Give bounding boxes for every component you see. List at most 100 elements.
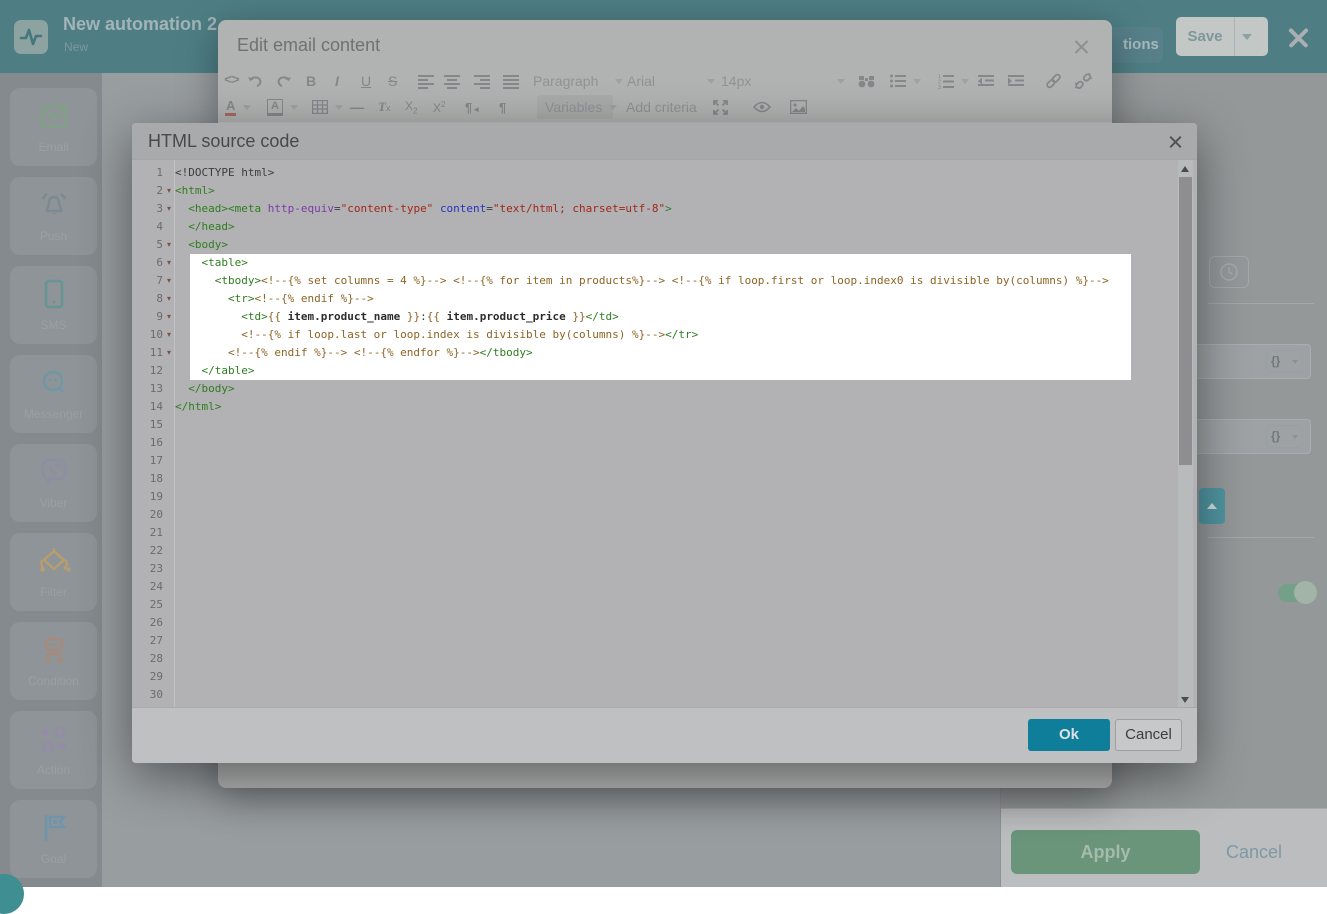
clear-formatting-icon[interactable]: Tx bbox=[378, 95, 390, 119]
paragraph-mark-icon[interactable]: ¶ bbox=[499, 95, 506, 119]
paragraph-mark-left-icon[interactable]: ¶◄ bbox=[465, 95, 480, 119]
find-icon[interactable] bbox=[858, 69, 875, 93]
insert-variable-button[interactable]: {} bbox=[1266, 425, 1303, 448]
align-center-icon[interactable] bbox=[444, 69, 460, 93]
preview-eye-icon[interactable] bbox=[753, 95, 771, 119]
ok-button[interactable]: Ok bbox=[1028, 719, 1110, 751]
toggle-switch-on[interactable] bbox=[1278, 584, 1314, 602]
code-line-29: 29 bbox=[140, 668, 1189, 686]
code-line-5: 5▾ <body> bbox=[140, 236, 1189, 254]
variables-dropdown[interactable]: Variables bbox=[537, 95, 613, 119]
sidebar-item-action[interactable]: Action bbox=[10, 711, 97, 789]
add-criteria-button[interactable]: Add criteria bbox=[626, 95, 697, 119]
no-fold bbox=[163, 524, 175, 542]
app-logo bbox=[14, 20, 48, 54]
code-line-4: 4 </head> bbox=[140, 218, 1189, 236]
sidebar-item-viber[interactable]: Viber bbox=[10, 444, 97, 522]
sidebar-item-filter[interactable]: Filter bbox=[10, 533, 97, 611]
no-fold bbox=[163, 632, 175, 650]
sms-icon bbox=[10, 276, 97, 312]
outdent-icon[interactable] bbox=[978, 69, 994, 93]
code-line-25: 25 bbox=[140, 596, 1189, 614]
ordered-list-icon[interactable]: 123 bbox=[938, 69, 969, 93]
code-editor[interactable]: 1<!DOCTYPE html>2▾<html>3▾ <head><meta h… bbox=[140, 160, 1189, 707]
cancel-button[interactable]: Cancel bbox=[1115, 719, 1182, 751]
editor-toolbar-row2: AA — Tx X2 X2 ¶◄ ¶ Variables Add criteria bbox=[218, 95, 1112, 119]
line-number: 4 bbox=[140, 218, 163, 236]
line-number: 3 bbox=[140, 200, 163, 218]
save-dropdown-caret-icon[interactable] bbox=[1242, 34, 1252, 45]
italic-icon[interactable]: I bbox=[335, 69, 339, 93]
background-color-icon[interactable]: A bbox=[267, 95, 298, 119]
code-view-icon[interactable]: <> bbox=[224, 69, 239, 93]
sidebar-item-email[interactable]: Email bbox=[10, 88, 97, 166]
chevron-down-icon bbox=[243, 105, 251, 114]
code-line-3: 3▾ <head><meta http-equiv="content-type"… bbox=[140, 200, 1189, 218]
sidebar-item-condition[interactable]: Condition bbox=[10, 622, 97, 700]
fold-caret-icon[interactable]: ▾ bbox=[163, 326, 175, 344]
arial-dropdown[interactable]: Arial bbox=[627, 69, 715, 93]
fold-caret-icon[interactable]: ▾ bbox=[163, 254, 175, 272]
code-line-26: 26 bbox=[140, 614, 1189, 632]
align-right-icon[interactable] bbox=[474, 69, 490, 93]
no-fold bbox=[163, 542, 175, 560]
sidebar-item-label: Push bbox=[10, 229, 97, 243]
line-number: 9 bbox=[140, 308, 163, 326]
align-justify-icon[interactable] bbox=[503, 69, 519, 93]
chevron-down-icon bbox=[707, 79, 715, 88]
fold-caret-icon[interactable]: ▾ bbox=[163, 182, 175, 200]
apply-button[interactable]: Apply bbox=[1011, 830, 1200, 874]
fold-caret-icon[interactable]: ▾ bbox=[163, 344, 175, 362]
strikethrough-icon[interactable]: S bbox=[388, 69, 397, 93]
line-number: 6 bbox=[140, 254, 163, 272]
line-number: 14 bbox=[140, 398, 163, 416]
svg-text:3: 3 bbox=[938, 85, 941, 89]
horizontal-line-icon[interactable]: — bbox=[350, 95, 364, 119]
align-left-icon[interactable] bbox=[418, 69, 434, 93]
fold-caret-icon[interactable]: ▾ bbox=[163, 236, 175, 254]
schedule-clock-button[interactable] bbox=[1209, 256, 1249, 288]
save-button[interactable]: Save bbox=[1176, 17, 1268, 56]
redo-icon[interactable] bbox=[276, 69, 292, 93]
undo-icon[interactable] bbox=[247, 69, 263, 93]
subscript-icon[interactable]: X2 bbox=[405, 95, 417, 119]
link-icon[interactable] bbox=[1045, 69, 1062, 93]
code-line-9: 9▾ <td>{{ item.product_name }}:{{ item.p… bbox=[140, 308, 1189, 326]
sidebar-item-sms[interactable]: SMS bbox=[10, 266, 97, 344]
close-code-modal-icon[interactable] bbox=[1168, 134, 1183, 149]
automation-title: New automation 2... bbox=[63, 14, 232, 35]
code-lines: 1<!DOCTYPE html>2▾<html>3▾ <head><meta h… bbox=[140, 164, 1189, 704]
unordered-list-icon[interactable] bbox=[890, 69, 921, 93]
close-edit-modal-icon[interactable] bbox=[1073, 39, 1089, 55]
fullscreen-icon[interactable] bbox=[713, 95, 728, 119]
insert-variable-button[interactable]: {} bbox=[1266, 350, 1303, 373]
chevron-down-icon bbox=[609, 105, 617, 114]
paragraph-dropdown[interactable]: Paragraph bbox=[533, 69, 623, 93]
html-source-code-modal: HTML source code 1<!DOCTYPE html>2▾<html… bbox=[132, 123, 1197, 763]
drawer-cancel-button[interactable]: Cancel bbox=[1226, 830, 1282, 874]
fold-caret-icon[interactable]: ▾ bbox=[163, 308, 175, 326]
bold-icon[interactable]: B bbox=[306, 69, 316, 93]
underline-icon[interactable]: U bbox=[361, 69, 371, 93]
fold-caret-icon[interactable]: ▾ bbox=[163, 272, 175, 290]
font-color-icon[interactable]: A bbox=[225, 95, 251, 119]
fold-caret-icon[interactable]: ▾ bbox=[163, 290, 175, 308]
sidebar-item-push[interactable]: Push bbox=[10, 177, 97, 255]
sidebar-item-messenger[interactable]: Messenger bbox=[10, 355, 97, 433]
sidebar-item-goal[interactable]: Goal bbox=[10, 800, 97, 878]
indent-icon[interactable] bbox=[1008, 69, 1024, 93]
chevron-down-icon bbox=[913, 79, 921, 88]
fold-caret-icon[interactable]: ▾ bbox=[163, 200, 175, 218]
collapse-up-button[interactable] bbox=[1199, 488, 1225, 524]
viber-icon bbox=[10, 454, 97, 490]
insert-image-icon[interactable] bbox=[790, 95, 807, 119]
14px-dropdown[interactable]: 14px bbox=[721, 69, 845, 93]
close-automation-icon[interactable] bbox=[1287, 26, 1310, 49]
no-fold bbox=[163, 668, 175, 686]
superscript-icon[interactable]: X2 bbox=[433, 95, 445, 119]
no-fold bbox=[163, 488, 175, 506]
table-icon[interactable] bbox=[312, 95, 343, 119]
chevron-down-icon bbox=[335, 105, 343, 114]
no-fold bbox=[163, 506, 175, 524]
unlink-icon[interactable] bbox=[1075, 69, 1092, 93]
